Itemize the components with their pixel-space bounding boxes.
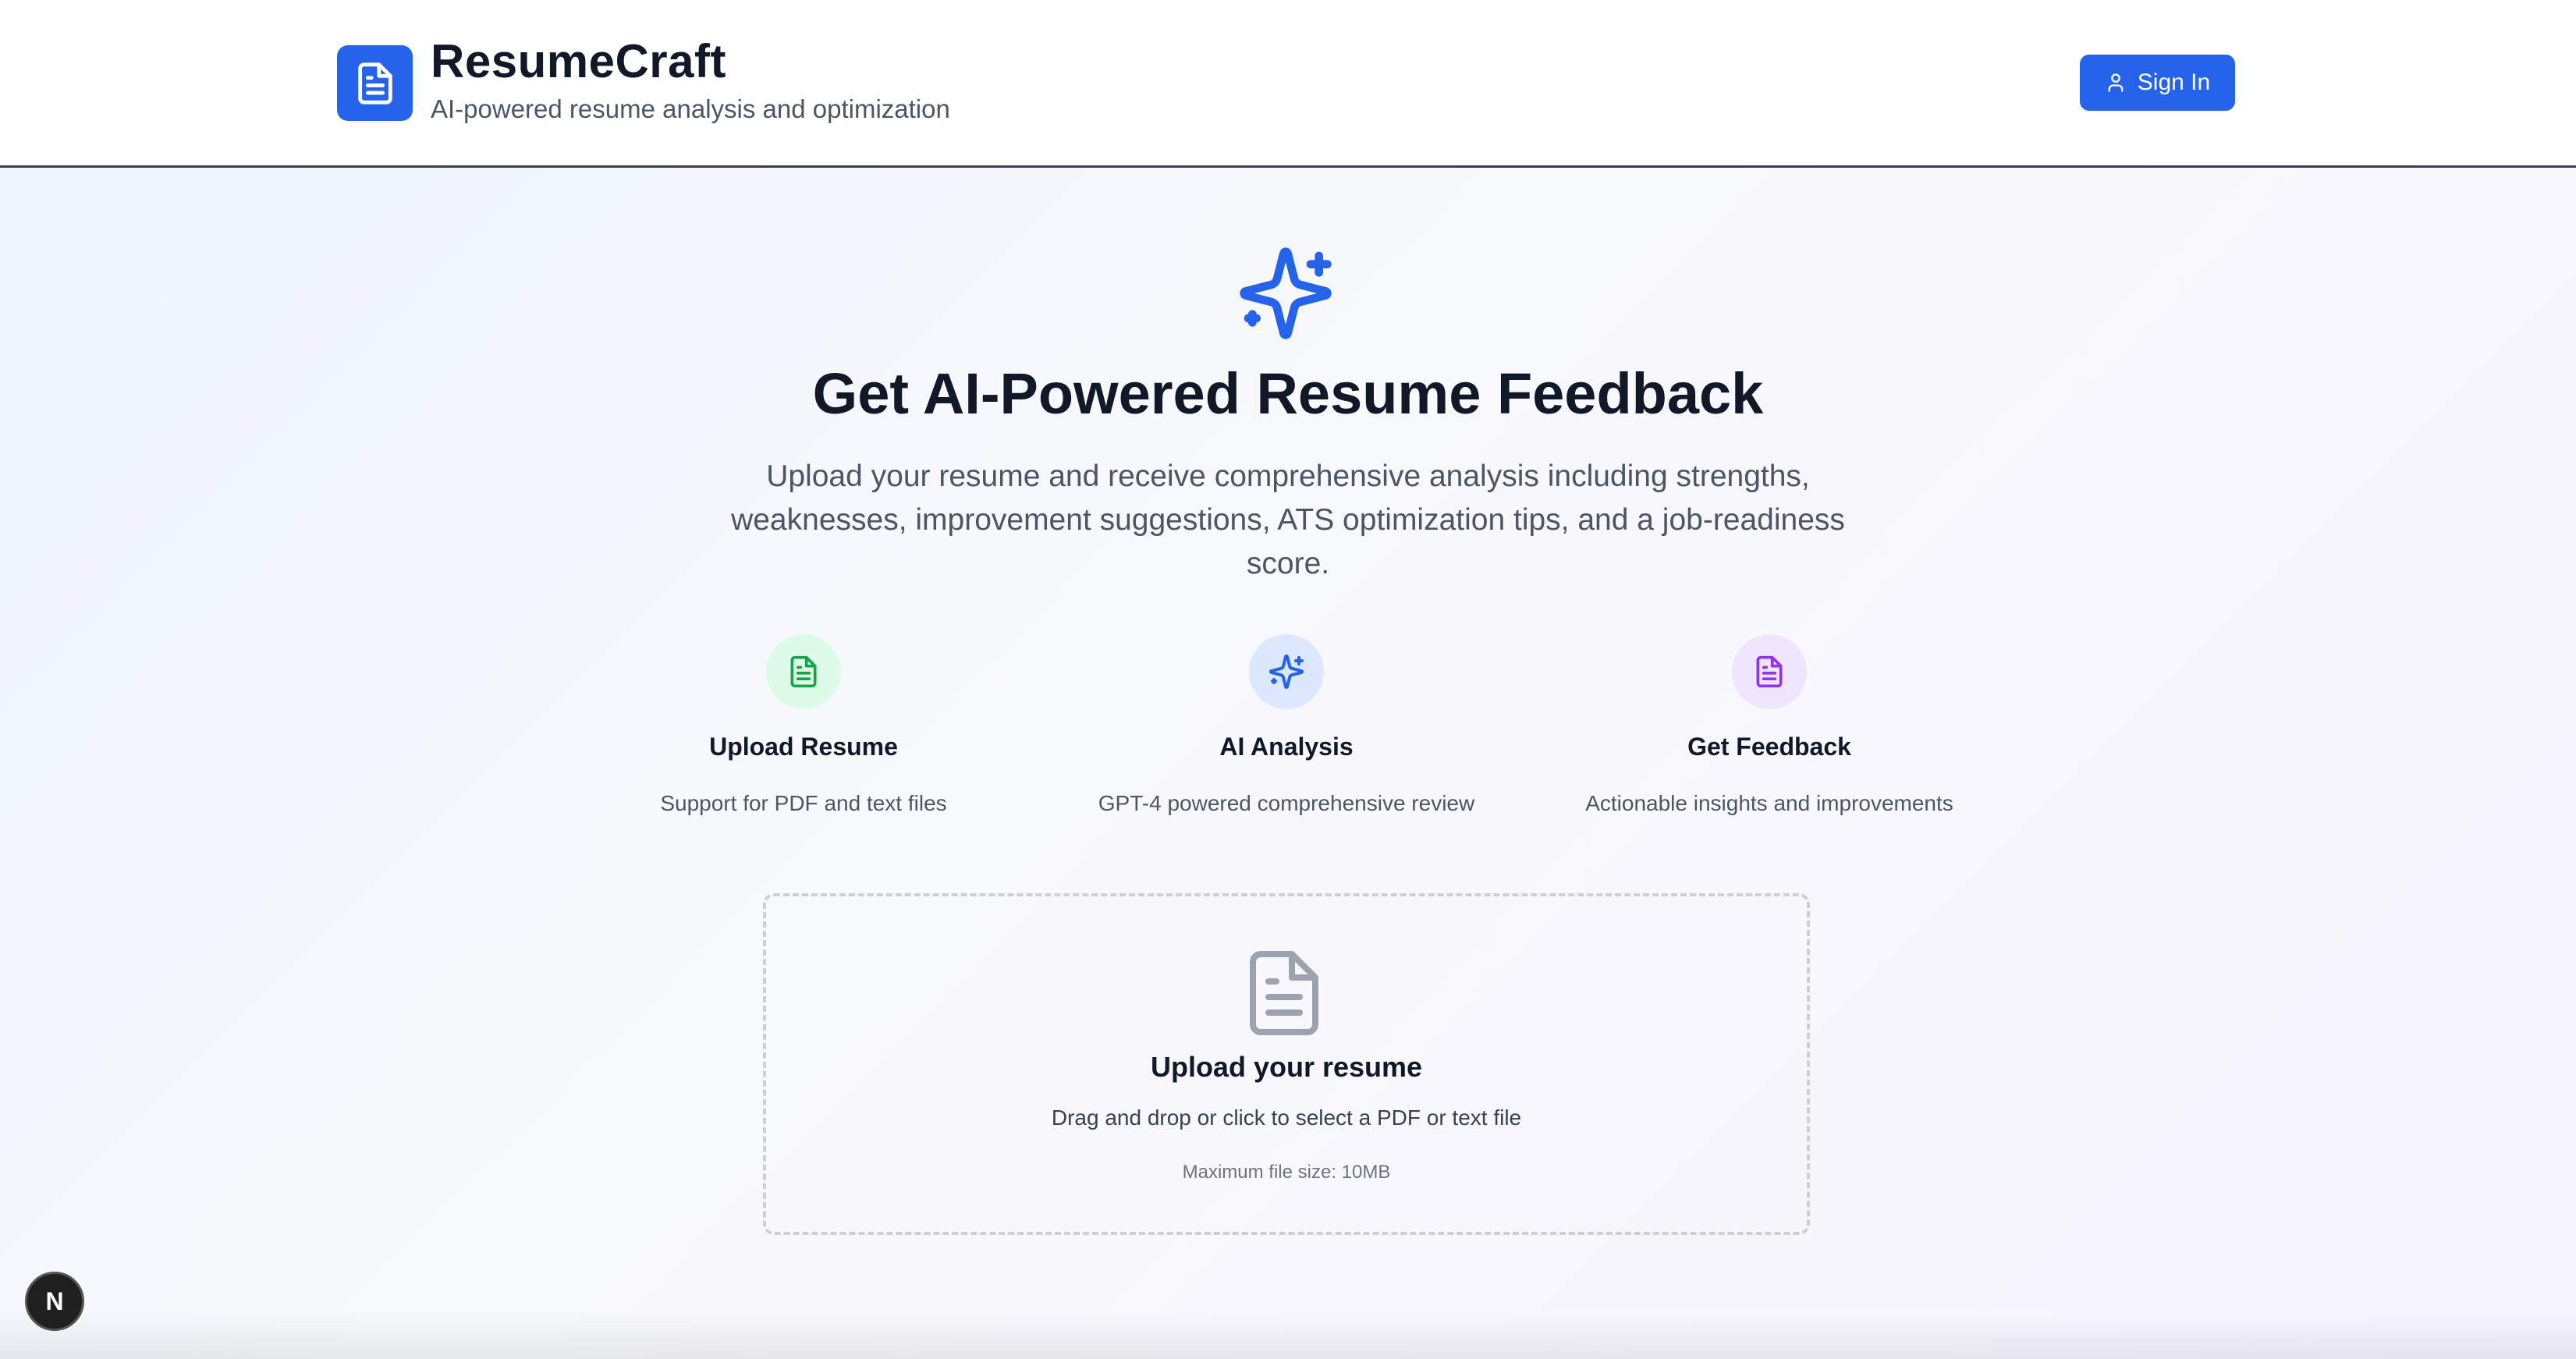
feature-title: Get Feedback bbox=[1687, 733, 1851, 761]
feature-icon-circle bbox=[1249, 634, 1324, 709]
hero-title: Get AI-Powered Resume Feedback bbox=[812, 361, 1764, 426]
feature-title: AI Analysis bbox=[1219, 733, 1354, 761]
sign-in-button[interactable]: Sign In bbox=[2080, 55, 2235, 111]
upload-size-note: Maximum file size: 10MB bbox=[1182, 1162, 1391, 1183]
feature-description: Support for PDF and text files bbox=[660, 791, 947, 815]
feature-description: Actionable insights and improvements bbox=[1585, 791, 1953, 815]
feature-title: Upload Resume bbox=[709, 733, 898, 761]
app-subtitle: AI-powered resume analysis and optimizat… bbox=[431, 94, 950, 123]
user-icon bbox=[2105, 72, 2127, 94]
hero-description: Upload your resume and receive comprehen… bbox=[731, 460, 1845, 580]
feature-icon-circle bbox=[766, 634, 841, 709]
upload-description: Drag and drop or click to select a PDF o… bbox=[1051, 1105, 1522, 1130]
document-icon bbox=[1250, 951, 1318, 1035]
sparkles-icon bbox=[1240, 247, 1332, 339]
resume-upload-dropzone[interactable]: Upload your resume Drag and drop or clic… bbox=[763, 893, 1810, 1235]
app-header: ResumeCraft AI-powered resume analysis a… bbox=[0, 0, 2576, 168]
feature-upload-resume: Upload Resume Support for PDF and text f… bbox=[569, 634, 1038, 816]
feature-description: GPT-4 powered comprehensive review bbox=[1098, 791, 1475, 815]
document-icon bbox=[790, 655, 817, 688]
document-icon bbox=[1756, 655, 1783, 688]
sign-in-label: Sign In bbox=[2137, 69, 2211, 95]
bottom-shadow bbox=[0, 1311, 2576, 1359]
feature-get-feedback: Get Feedback Actionable insights and imp… bbox=[1535, 634, 2003, 816]
upload-title: Upload your resume bbox=[1150, 1051, 1423, 1083]
feature-ai-analysis: AI Analysis GPT-4 powered comprehensive … bbox=[1052, 634, 1520, 816]
sparkles-icon bbox=[1269, 654, 1304, 690]
feature-icon-circle bbox=[1732, 634, 1807, 709]
app-title: ResumeCraft bbox=[431, 35, 726, 87]
logo bbox=[337, 45, 413, 121]
dev-tools-badge[interactable]: N bbox=[25, 1272, 84, 1331]
document-icon bbox=[357, 62, 392, 105]
